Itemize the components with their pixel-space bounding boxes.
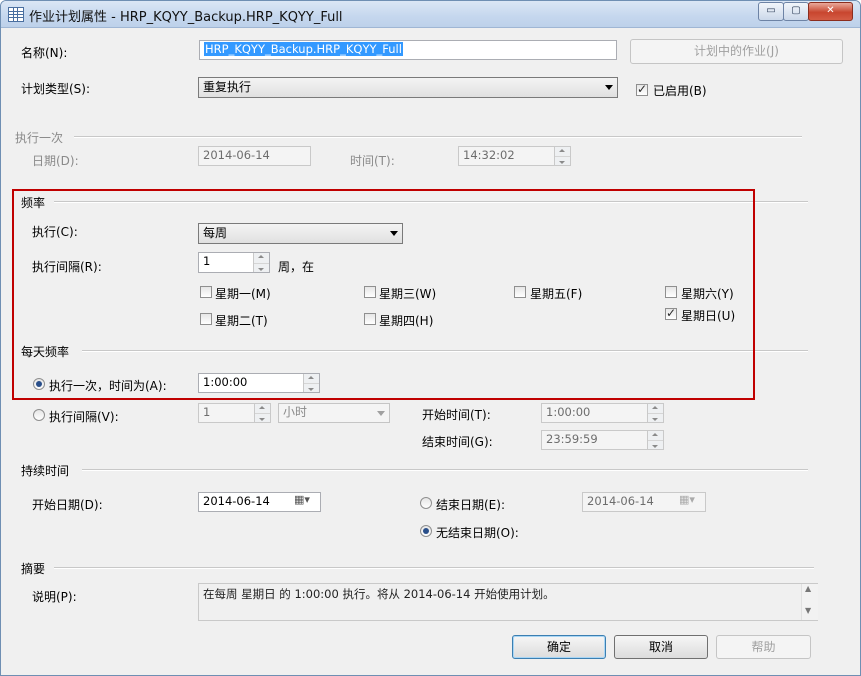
calendar-dropdown-icon[interactable]: ▦▾ [294,493,310,506]
end-date-radio[interactable] [420,497,432,509]
one-time-time-stepper[interactable] [554,147,570,165]
duration-section-title: 持续时间 [21,464,70,478]
no-end-date-radio[interactable] [420,525,432,537]
name-value: HRP_KQYY_Backup.HRP_KQYY_Full [204,42,403,56]
schedule-type-value: 重复执行 [203,80,252,94]
no-end-date-label: 无结束日期(O): [436,526,519,540]
start-date-value: 2014-06-14 [203,494,270,508]
one-time-date-value: 2014-06-14 [203,148,270,162]
summary-section-title: 摘要 [21,562,46,576]
end-date-value: 2014-06-14 [587,494,654,508]
daily-start-input[interactable]: 1:00:00 [541,403,664,423]
description-scrollbar[interactable]: ▲ ▼ [801,584,818,620]
one-time-section-title: 执行一次 [15,131,64,145]
daily-end-label: 结束时间(G): [422,435,493,449]
one-time-separator [74,136,802,138]
calendar-icon [8,7,24,22]
window-title: 作业计划属性 - HRP_KQYY_Backup.HRP_KQYY_Full [29,10,343,25]
ok-button[interactable]: 确定 [512,635,606,659]
maximize-icon: ▢ [791,5,801,16]
daily-every-unit-value: 小时 [283,405,308,419]
daily-end-stepper[interactable] [647,431,663,449]
end-date-label: 结束日期(E): [436,498,505,512]
description-text: 在每周 星期日 的 1:00:00 执行。将从 2014-06-14 开始使用计… [198,583,818,621]
one-time-date-label: 日期(D): [32,154,79,168]
name-input[interactable]: HRP_KQYY_Backup.HRP_KQYY_Full [199,40,617,60]
maximize-button[interactable]: ▢ [783,2,809,21]
scroll-up-icon[interactable]: ▲ [805,584,811,593]
description-value: 在每周 星期日 的 1:00:00 执行。将从 2014-06-14 开始使用计… [203,587,555,601]
daily-end-value: 23:59:59 [546,432,598,446]
chevron-down-icon [605,85,613,90]
calendar-dropdown-icon[interactable]: ▦▾ [679,493,695,506]
daily-end-input[interactable]: 23:59:59 [541,430,664,450]
one-time-date-input[interactable]: 2014-06-14 [198,146,311,166]
daily-every-radio[interactable] [33,409,45,421]
daily-every-label: 执行间隔(V): [49,410,119,424]
dialog-window: 作业计划属性 - HRP_KQYY_Backup.HRP_KQYY_Full ▭… [0,0,861,676]
daily-every-unit-select[interactable]: 小时 [278,403,390,423]
one-time-time-value: 14:32:02 [463,148,515,162]
minimize-button[interactable]: ▭ [758,2,784,21]
daily-every-value: 1 [203,405,211,419]
schedule-type-label: 计划类型(S): [21,82,91,96]
daily-start-label: 开始时间(T): [422,408,491,422]
start-date-label: 开始日期(D): [32,498,103,512]
description-label: 说明(P): [32,590,77,604]
highlight-box [12,189,755,400]
scheduled-jobs-button[interactable]: 计划中的作业(J) [630,39,843,64]
schedule-type-select[interactable]: 重复执行 [198,77,618,98]
duration-separator [82,469,808,471]
title-bar[interactable]: 作业计划属性 - HRP_KQYY_Backup.HRP_KQYY_Full ▭… [1,1,860,28]
daily-start-value: 1:00:00 [546,405,591,419]
enabled-checkbox[interactable] [636,82,648,96]
cancel-button[interactable]: 取消 [614,635,708,659]
chevron-down-icon [377,411,385,416]
daily-every-stepper[interactable] [254,404,270,422]
daily-start-stepper[interactable] [647,404,663,422]
minimize-icon: ▭ [766,5,776,16]
one-time-time-label: 时间(T): [350,154,395,168]
name-label: 名称(N): [21,46,68,60]
help-button[interactable]: 帮助 [716,635,811,659]
enabled-label: 已启用(B) [653,84,707,98]
close-icon: ✕ [826,5,835,16]
dialog-body: 名称(N): HRP_KQYY_Backup.HRP_KQYY_Full 计划中… [2,28,859,675]
close-button[interactable]: ✕ [808,2,853,21]
scroll-down-icon[interactable]: ▼ [805,606,811,615]
summary-separator [54,567,814,569]
